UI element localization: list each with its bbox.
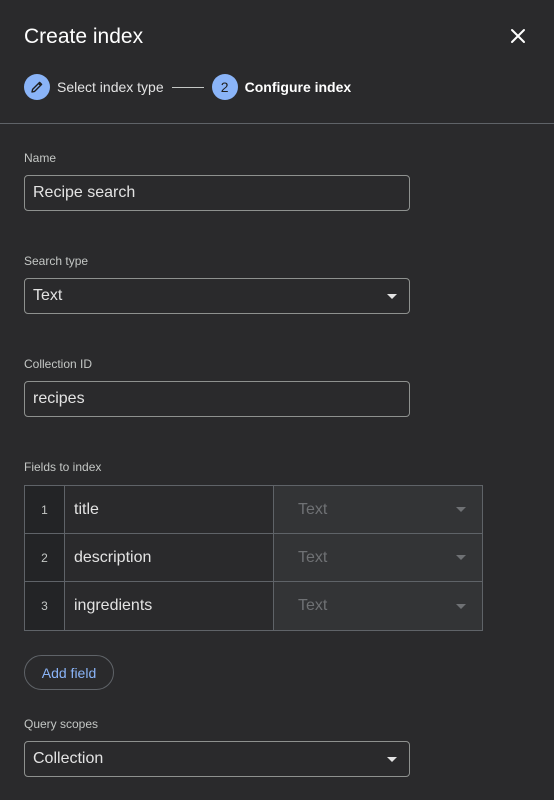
search-type-select[interactable]: Text xyxy=(24,278,410,314)
row-number: 2 xyxy=(25,534,65,581)
query-scopes-value: Collection xyxy=(33,750,104,767)
table-row: 2 description Text xyxy=(25,534,482,582)
field-name-input[interactable]: description xyxy=(65,534,274,581)
step-2-label: Configure index xyxy=(244,79,352,95)
search-type-value: Text xyxy=(33,287,63,304)
fields-to-index-label: Fields to index xyxy=(24,460,102,474)
dropdown-arrow-icon xyxy=(456,555,466,560)
create-index-dialog: Create index Select index type 2 Configu… xyxy=(0,0,554,800)
step-1-circle[interactable] xyxy=(24,74,50,100)
step-1-label[interactable]: Select index type xyxy=(57,79,164,95)
table-row: 3 ingredients Text xyxy=(25,582,482,630)
collection-id-input[interactable]: recipes xyxy=(24,381,410,417)
field-type-select[interactable]: Text xyxy=(274,582,482,630)
search-type-label: Search type xyxy=(24,254,89,268)
dropdown-arrow-icon xyxy=(456,603,466,609)
field-type-value: Text xyxy=(298,548,328,566)
add-field-button[interactable]: Add field xyxy=(24,655,114,690)
row-number: 3 xyxy=(25,582,65,630)
close-button[interactable] xyxy=(506,24,530,48)
field-name-value: ingredients xyxy=(74,597,153,614)
dialog-title: Create index xyxy=(24,25,144,48)
fields-table: 1 title Text 2 description Text 3 ingred… xyxy=(24,485,483,631)
stepper: Select index type 2 Configure index xyxy=(24,74,351,100)
pencil-icon xyxy=(31,81,43,93)
field-name-input[interactable]: ingredients xyxy=(65,582,274,630)
step-connector xyxy=(171,86,204,88)
name-input-value: Recipe search xyxy=(33,184,136,201)
field-name-value: description xyxy=(74,548,152,566)
header-divider xyxy=(0,123,554,124)
field-type-select[interactable]: Text xyxy=(274,486,482,533)
field-type-value: Text xyxy=(298,500,328,518)
name-input[interactable]: Recipe search xyxy=(24,175,410,211)
field-type-value: Text xyxy=(298,597,328,614)
field-name-input[interactable]: title xyxy=(65,486,274,533)
step-2-circle: 2 xyxy=(211,74,238,100)
query-scopes-select[interactable]: Collection xyxy=(24,741,410,777)
collection-id-value: recipes xyxy=(33,390,85,407)
row-number: 1 xyxy=(25,486,65,533)
dropdown-arrow-icon xyxy=(387,756,397,762)
collection-id-label: Collection ID xyxy=(24,357,93,371)
field-name-value: title xyxy=(74,500,99,518)
field-type-select[interactable]: Text xyxy=(274,534,482,581)
dropdown-arrow-icon xyxy=(387,293,397,299)
table-row: 1 title Text xyxy=(25,486,482,534)
dropdown-arrow-icon xyxy=(456,507,466,512)
close-icon xyxy=(511,29,525,43)
query-scopes-label: Query scopes xyxy=(24,717,99,731)
name-label: Name xyxy=(24,151,57,165)
